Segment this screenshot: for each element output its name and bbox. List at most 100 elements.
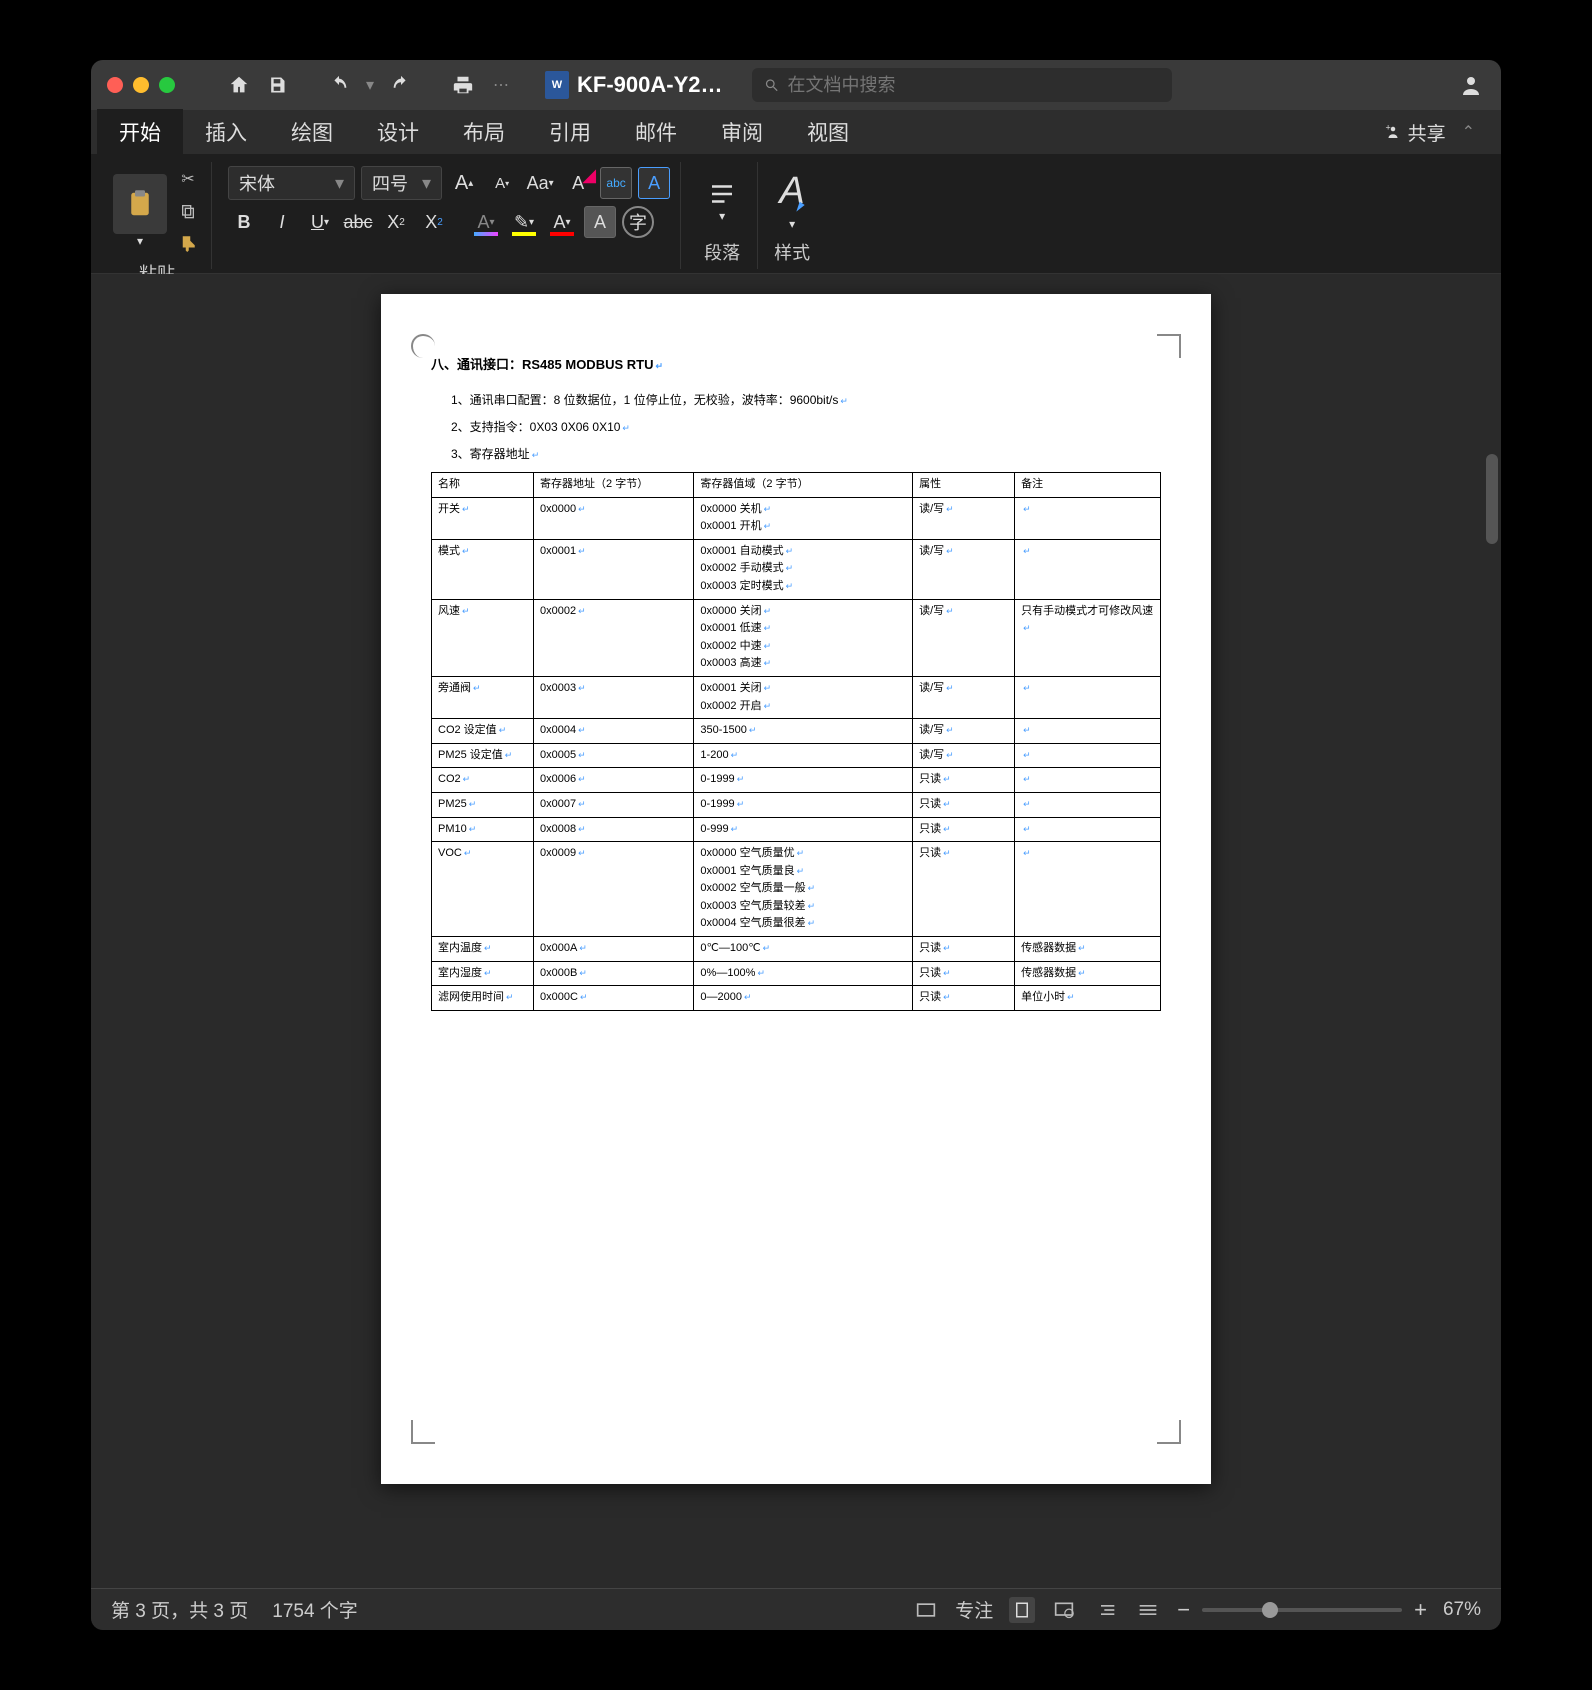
zoom-out-button[interactable]: − xyxy=(1177,1597,1190,1623)
subscript-button[interactable]: X2 xyxy=(380,206,412,238)
styles-button[interactable]: A ▾ xyxy=(779,170,804,231)
table-row: PM25↵0x0007↵0-1999↵只读↵↵ xyxy=(432,792,1161,817)
cut-icon[interactable]: ✂ xyxy=(175,166,201,192)
document-title: W KF-900A-Y2… xyxy=(545,71,722,99)
crop-mark xyxy=(1157,1420,1181,1444)
slider-thumb[interactable] xyxy=(1262,1602,1278,1618)
search-icon xyxy=(764,77,779,93)
vertical-scrollbar[interactable] xyxy=(1483,274,1501,1588)
chevron-down-icon[interactable]: ▾ xyxy=(363,71,377,99)
home-icon[interactable] xyxy=(225,71,253,99)
collapse-ribbon-icon[interactable]: ⌃ xyxy=(1462,122,1475,142)
search-box[interactable] xyxy=(752,68,1172,102)
tab-insert[interactable]: 插入 xyxy=(183,109,269,155)
doc-line: 3、寄存器地址↵ xyxy=(451,445,1161,462)
font-name-select[interactable]: 宋体▾ xyxy=(228,166,355,200)
paragraph-icon[interactable]: ▾ xyxy=(697,171,747,231)
maximize-button[interactable] xyxy=(159,77,175,93)
doc-line: 2、支持指令：0X03 0X06 0X10↵ xyxy=(451,418,1161,435)
slider-track[interactable] xyxy=(1202,1608,1402,1612)
zoom-slider[interactable]: − + xyxy=(1177,1597,1427,1623)
web-layout-icon[interactable] xyxy=(1051,1597,1077,1623)
tab-review[interactable]: 审阅 xyxy=(699,109,785,155)
save-icon[interactable] xyxy=(263,71,291,99)
tab-view[interactable]: 视图 xyxy=(785,109,871,155)
crop-mark xyxy=(1157,334,1181,358)
svg-text:+: + xyxy=(1385,123,1390,133)
shrink-font-icon[interactable]: A▾ xyxy=(486,167,518,199)
char-shading-icon[interactable]: A xyxy=(584,206,616,238)
highlight-icon[interactable]: ✎▾ xyxy=(508,206,540,238)
page-indicator[interactable]: 第 3 页，共 3 页 xyxy=(111,1596,248,1623)
table-row: CO2↵0x0006↵0-1999↵只读↵↵ xyxy=(432,768,1161,793)
zoom-level[interactable]: 67% xyxy=(1443,1599,1481,1621)
bold-button[interactable]: B xyxy=(228,206,260,238)
table-row: VOC↵0x0009↵0x0000 空气质量优↵0x0001 空气质量良↵0x0… xyxy=(432,842,1161,937)
paste-button[interactable] xyxy=(113,174,167,234)
strikethrough-button[interactable]: abc xyxy=(342,206,374,238)
copy-icon[interactable] xyxy=(175,198,201,224)
print-icon[interactable] xyxy=(449,71,477,99)
tab-draw[interactable]: 绘图 xyxy=(269,109,355,155)
doc-heading: 八、通讯接口：RS485 MODBUS RTU↵ xyxy=(431,354,1161,373)
styles-label: 样式 xyxy=(774,235,810,265)
tab-design[interactable]: 设计 xyxy=(355,109,441,155)
close-button[interactable] xyxy=(107,77,123,93)
table-row: 开关↵0x0000↵0x0000 关机↵0x0001 开机↵读/写↵↵ xyxy=(432,497,1161,539)
search-input[interactable] xyxy=(788,75,1161,96)
paragraph-group: ▾ 段落 xyxy=(687,162,758,269)
minimize-button[interactable] xyxy=(133,77,149,93)
change-case-icon[interactable]: Aa▾ xyxy=(524,167,556,199)
doc-line: 1、通讯串口配置：8 位数据位，1 位停止位，无校验，波特率：9600bit/s… xyxy=(451,391,1161,408)
share-button[interactable]: + 共享 xyxy=(1384,119,1446,146)
font-color-icon[interactable]: A▾ xyxy=(546,206,578,238)
ribbon: ▾ ✂ 粘贴 宋体▾ 四号▾ A▴ A▾ Aa▾ A◢ abc A xyxy=(91,154,1501,274)
share-person-icon: + xyxy=(1384,123,1402,141)
table-row: 旁通阀↵0x0003↵0x0001 关闭↵0x0002 开启↵读/写↵↵ xyxy=(432,676,1161,718)
tab-layout[interactable]: 布局 xyxy=(441,109,527,155)
phonetic-guide-icon[interactable]: abc xyxy=(600,167,632,199)
table-header-row: 名称 寄存器地址（2 字节） 寄存器值域（2 字节） 属性 备注 xyxy=(432,473,1161,498)
outline-icon[interactable] xyxy=(1093,1597,1119,1623)
focus-label[interactable]: 专注 xyxy=(955,1596,993,1623)
zoom-in-button[interactable]: + xyxy=(1414,1597,1427,1623)
styles-group: A ▾ 样式 xyxy=(764,162,820,269)
table-row: 室内温度↵0x000A↵0℃—100℃↵只读↵传感器数据↵ xyxy=(432,937,1161,962)
qat-more-icon[interactable]: ⋯ xyxy=(487,71,515,99)
focus-mode-icon[interactable] xyxy=(913,1597,939,1623)
page: 八、通讯接口：RS485 MODBUS RTU↵ 1、通讯串口配置：8 位数据位… xyxy=(381,294,1211,1484)
font-group: 宋体▾ 四号▾ A▴ A▾ Aa▾ A◢ abc A B I U▾ abc X2… xyxy=(218,162,681,269)
tab-references[interactable]: 引用 xyxy=(527,109,613,155)
char-border-icon[interactable]: A xyxy=(638,167,670,199)
scroll-thumb[interactable] xyxy=(1486,454,1498,544)
document-area[interactable]: 八、通讯接口：RS485 MODBUS RTU↵ 1、通讯串口配置：8 位数据位… xyxy=(91,274,1501,1588)
enclose-char-icon[interactable]: 字 xyxy=(622,206,654,238)
font-size-select[interactable]: 四号▾ xyxy=(361,166,442,200)
clipboard-group: ▾ ✂ 粘贴 xyxy=(103,162,212,269)
tab-home[interactable]: 开始 xyxy=(97,109,183,155)
register-table: 名称 寄存器地址（2 字节） 寄存器值域（2 字节） 属性 备注 开关↵0x00… xyxy=(431,472,1161,1011)
window-controls xyxy=(107,77,175,93)
italic-button[interactable]: I xyxy=(266,206,298,238)
grow-font-icon[interactable]: A▴ xyxy=(448,167,480,199)
word-icon: W xyxy=(545,71,569,99)
undo-icon[interactable] xyxy=(325,71,353,99)
clear-format-icon[interactable]: A◢ xyxy=(562,167,594,199)
paragraph-label: 段落 xyxy=(704,235,740,265)
redo-icon[interactable] xyxy=(387,71,415,99)
print-layout-icon[interactable] xyxy=(1009,1597,1035,1623)
draft-icon[interactable] xyxy=(1135,1597,1161,1623)
crop-mark xyxy=(411,1420,435,1444)
format-painter-icon[interactable] xyxy=(175,230,201,256)
underline-button[interactable]: U▾ xyxy=(304,206,336,238)
app-window: ▾ ⋯ W KF-900A-Y2… 开始 插入 绘图 设计 布局 引用 邮件 审… xyxy=(91,60,1501,1630)
titlebar: ▾ ⋯ W KF-900A-Y2… xyxy=(91,60,1501,110)
superscript-button[interactable]: X2 xyxy=(418,206,450,238)
document-name: KF-900A-Y2… xyxy=(577,72,722,98)
word-count[interactable]: 1754 个字 xyxy=(272,1596,358,1623)
account-icon[interactable] xyxy=(1457,71,1485,99)
text-effects-icon[interactable]: A▾ xyxy=(470,206,502,238)
crop-mark xyxy=(411,334,435,358)
table-row: 模式↵0x0001↵0x0001 自动模式↵0x0002 手动模式↵0x0003… xyxy=(432,539,1161,599)
tab-mailings[interactable]: 邮件 xyxy=(613,109,699,155)
